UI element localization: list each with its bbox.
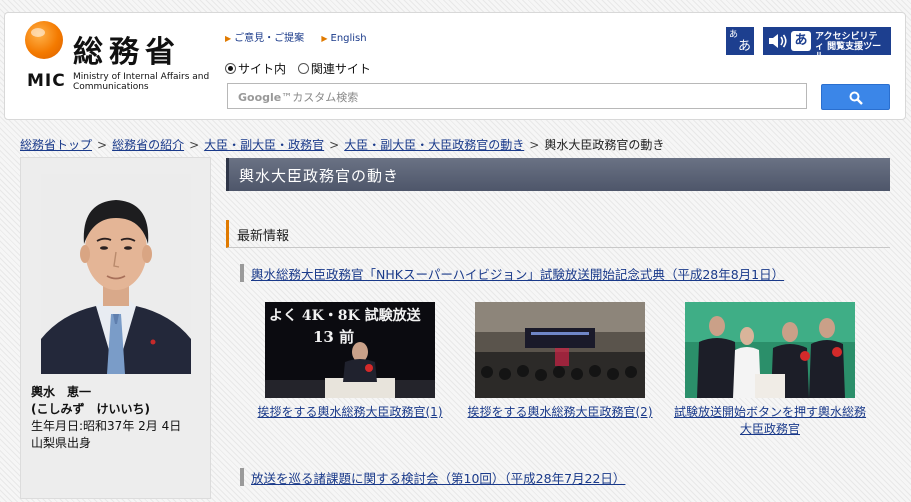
- thumb-caption-link-2[interactable]: 挨拶をする輿水総務大臣政務官(2): [468, 405, 653, 419]
- search-button[interactable]: [821, 84, 890, 110]
- speaker-icon: [769, 34, 787, 48]
- section-latest-news-heading: 最新情報: [226, 220, 890, 248]
- breadcrumb-separator: >: [189, 138, 200, 152]
- profile-info: 輿水 恵一 (こしみず けいいち) 生年月日:昭和37年 2月 4日 山梨県出身: [31, 384, 181, 452]
- profile-birth: 生年月日:昭和37年 2月 4日: [31, 419, 182, 433]
- thumb-caption-1[interactable]: 挨拶をする輿水総務大臣政務官(1): [252, 404, 448, 421]
- photo-thumbnail-2[interactable]: [475, 302, 645, 398]
- news-link-nhk-ceremony[interactable]: 輿水総務大臣政務官「NHKスーパーハイビジョン」試験放送開始記念式典（平成28年…: [251, 267, 784, 282]
- logo-mic-text: MIC: [27, 71, 66, 91]
- profile-sidebar: 輿水 恵一 (こしみず けいいち) 生年月日:昭和37年 2月 4日 山梨県出身: [20, 157, 211, 499]
- mic-logo[interactable]: 総務省 MIC Ministry of Internal Affairs and…: [25, 21, 215, 93]
- logo-japanese-text: 総務省: [73, 35, 181, 70]
- breadcrumb-separator: >: [97, 138, 108, 152]
- logo-orange-ball-icon: [25, 21, 63, 59]
- profile-origin: 山梨県出身: [31, 436, 92, 450]
- breadcrumb-link-top[interactable]: 総務省トップ: [20, 138, 92, 152]
- screen-text-2: 13 前: [313, 328, 354, 346]
- thumb-caption-link-1[interactable]: 挨拶をする輿水総務大臣政務官(1): [258, 405, 443, 419]
- radio-unselected-icon: [297, 63, 309, 74]
- accessibility-char-icon: あ: [791, 31, 811, 51]
- radio-site-internal[interactable]: サイト内: [225, 60, 286, 77]
- radio-label: 関連サイト: [310, 62, 371, 76]
- breadcrumb-separator: >: [529, 138, 540, 152]
- stage-photo-1: よく 4K・8K 試験放送 13 前: [265, 302, 435, 398]
- page-title: 輿水大臣政務官の動き: [226, 158, 890, 191]
- profile-name: 輿水 恵一: [31, 385, 92, 399]
- ceremony-photo-3: [685, 302, 855, 398]
- logo-english-text: Ministry of Internal Affairs and Communi…: [73, 72, 210, 92]
- news-item: 輿水総務大臣政務官「NHKスーパーハイビジョン」試験放送開始記念式典（平成28年…: [240, 264, 784, 282]
- hall-photo-2: [475, 302, 645, 398]
- profile-reading: (こしみず けいいち): [31, 402, 150, 416]
- top-links: ご意見・ご提案 English: [225, 29, 381, 44]
- breadcrumb-current: 輿水大臣政務官の動き: [544, 138, 665, 152]
- breadcrumb-link-activities[interactable]: 大臣・副大臣・大臣政務官の動き: [344, 138, 524, 152]
- radio-selected-icon: [225, 63, 236, 74]
- screen-text-1: よく 4K・8K 試験放送: [269, 307, 422, 324]
- breadcrumb: 総務省トップ > 総務省の紹介 > 大臣・副大臣・政務官 > 大臣・副大臣・大臣政務官の動き…: [20, 136, 664, 153]
- portrait-photo: [41, 174, 191, 374]
- thumb-caption-3[interactable]: 試験放送開始ボタンを押す輿水総務 大臣政務官: [668, 404, 872, 438]
- english-link[interactable]: English: [321, 33, 366, 44]
- thumb-caption-2[interactable]: 挨拶をする輿水総務大臣政務官(2): [460, 404, 660, 421]
- news-link-broadcast-study[interactable]: 放送を巡る諸課題に関する検討会（第10回）（平成28年7月22日）: [251, 471, 625, 486]
- accessibility-tool-button[interactable]: あ アクセシビリティ 閲覧支援ツール: [763, 27, 891, 62]
- radio-label: サイト内: [238, 62, 287, 76]
- breadcrumb-separator: >: [329, 138, 340, 152]
- radio-related-sites[interactable]: 関連サイト: [297, 60, 371, 77]
- thumb-caption-link-3-line1[interactable]: 試験放送開始ボタンを押す輿水総務: [674, 405, 866, 419]
- feedback-link[interactable]: ご意見・ご提案: [225, 33, 304, 44]
- font-size-button[interactable]: あ あ: [726, 27, 754, 55]
- site-header: 総務省 MIC Ministry of Internal Affairs and…: [4, 12, 906, 120]
- search-icon: [849, 91, 863, 105]
- search-input[interactable]: Google™カスタム検索: [227, 83, 807, 109]
- portrait-illustration: [41, 174, 191, 374]
- breadcrumb-link-ministers[interactable]: 大臣・副大臣・政務官: [204, 138, 324, 152]
- font-size-large-a: あ: [737, 39, 751, 54]
- photo-thumbnail-1[interactable]: よく 4K・8K 試験放送 13 前: [265, 302, 435, 398]
- photo-thumbnail-3[interactable]: [685, 302, 855, 398]
- search-scope-radios: サイト内 関連サイト: [225, 60, 379, 77]
- search-placeholder: ™カスタム検索: [281, 91, 359, 104]
- search-google-brand: Google: [238, 91, 282, 104]
- breadcrumb-link-about[interactable]: 総務省の紹介: [112, 138, 184, 152]
- news-item: 放送を巡る諸課題に関する検討会（第10回）（平成28年7月22日）: [240, 468, 625, 486]
- thumb-caption-link-3-line2[interactable]: 大臣政務官: [740, 422, 800, 436]
- accessibility-label: アクセシビリティ 閲覧支援ツール: [815, 32, 885, 62]
- accessibility-label-text: アクセシビリティ 閲覧支援ツール: [815, 32, 882, 62]
